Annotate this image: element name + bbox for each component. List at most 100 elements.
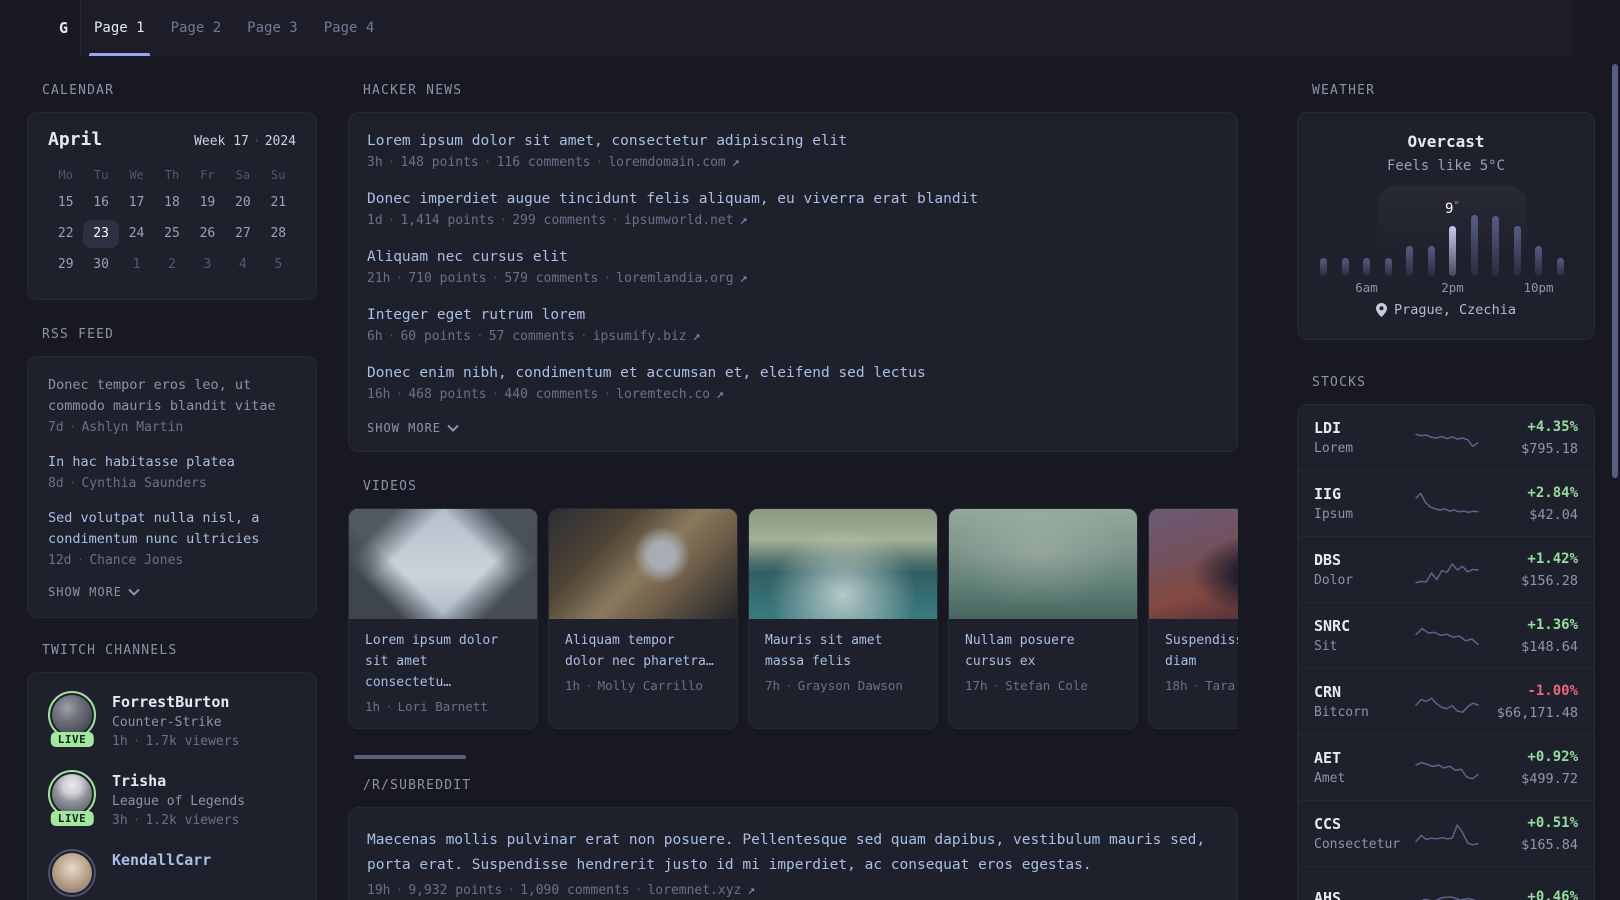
- calendar-day[interactable]: 3: [190, 251, 225, 279]
- calendar-day[interactable]: 4: [225, 251, 260, 279]
- video-meta: 17h · Stefan Cole: [949, 674, 1137, 707]
- calendar-day[interactable]: 26: [190, 220, 225, 248]
- twitch-channel-row[interactable]: LIVE Trisha League of Legends 3h · 1.2k viewe…: [48, 770, 296, 829]
- source-domain-link[interactable]: loremdomain.com: [608, 155, 725, 170]
- calendar-day[interactable]: 20: [225, 189, 260, 217]
- degree-symbol: °: [1453, 199, 1461, 212]
- calendar-day[interactable]: 25: [154, 220, 189, 248]
- tab-label: Page 4: [323, 20, 375, 36]
- twitch-channel-game: League of Legends: [112, 794, 246, 809]
- video-thumbnail: [749, 509, 937, 619]
- stock-row[interactable]: LDI Lorem +4.35% $795.18: [1298, 405, 1594, 471]
- weather-bar: [1470, 215, 1478, 276]
- stock-name: Bitcorn: [1314, 704, 1369, 720]
- source-domain-link[interactable]: ipsumworld.net: [624, 213, 734, 228]
- subreddit-post-title[interactable]: Maecenas mollis pulvinar erat non posuer…: [367, 828, 1219, 878]
- meta-dot-separator: ·: [76, 553, 85, 568]
- tab-page-4[interactable]: Page 4: [311, 0, 388, 56]
- rss-item-title[interactable]: Donec tempor eros leo, ut commodo mauris…: [48, 375, 296, 417]
- external-link-icon: ↗: [747, 883, 756, 898]
- meta-dot-separator: ·: [491, 387, 500, 402]
- stock-row[interactable]: IIG Ipsum +2.84% $42.04: [1298, 471, 1594, 537]
- app-logo[interactable]: G: [47, 0, 81, 56]
- stock-ticker: AHS: [1314, 889, 1342, 900]
- stock-row[interactable]: DBS Dolor +1.42% $156.28: [1298, 537, 1594, 603]
- item-meta: 3h · 148 points · 116 comments · loremdomain.c…: [367, 154, 1219, 171]
- stock-values: +1.36% $148.64: [1480, 617, 1578, 655]
- calendar-day[interactable]: 18: [154, 189, 189, 217]
- meta-dot-separator: ·: [475, 329, 484, 344]
- videos-scrollbar-thumb[interactable]: [354, 755, 466, 759]
- stock-values: +0.46%: [1480, 889, 1578, 900]
- weather-bar: [1320, 258, 1327, 276]
- twitch-channel-row[interactable]: KendallCarr: [48, 849, 296, 900]
- calendar-day[interactable]: 5: [261, 251, 296, 279]
- calendar-day[interactable]: 28: [261, 220, 296, 248]
- video-card[interactable]: Suspendisse diam 18h · Tara: [1148, 508, 1238, 729]
- avatar-image: [52, 695, 92, 735]
- source-domain-link[interactable]: loremnet.xyz: [647, 883, 741, 898]
- hackernews-item-title[interactable]: Integer eget rutrum lorem: [367, 305, 1219, 326]
- hackernews-show-more-button[interactable]: SHOW MORE: [367, 421, 1219, 435]
- calendar-day[interactable]: 21: [261, 189, 296, 217]
- hackernews-item-title[interactable]: Aliquam nec cursus elit: [367, 247, 1219, 268]
- source-domain-link[interactable]: loremlandia.org: [616, 271, 733, 286]
- video-card[interactable]: Lorem ipsum dolor sit amet consectetu… 1h…: [348, 508, 538, 729]
- tab-page-3[interactable]: Page 3: [234, 0, 311, 56]
- rss-widget: Donec tempor eros leo, ut commodo mauris…: [27, 356, 317, 618]
- twitch-channel-name[interactable]: ForrestBurton: [112, 693, 239, 712]
- calendar-day[interactable]: 15: [48, 189, 83, 217]
- calendar-day[interactable]: 27: [225, 220, 260, 248]
- meta-part: 1.2k viewers: [145, 813, 240, 828]
- twitch-widget: LIVE ForrestBurton Counter-Strike 1h · 1.7k v…: [27, 672, 317, 900]
- source-domain-link[interactable]: ipsumify.biz: [593, 329, 687, 344]
- meta-part: 6h: [367, 329, 383, 344]
- rss-item: Sed volutpat nulla nisl, a condimentum n…: [48, 508, 296, 569]
- stock-row[interactable]: AHS +0.46%: [1298, 867, 1594, 900]
- video-card[interactable]: Nullam posuere cursus ex 17h · Stefan Cole: [948, 508, 1138, 729]
- calendar-day[interactable]: 29: [48, 251, 83, 279]
- calendar-day[interactable]: 19: [190, 189, 225, 217]
- weather-bar: [1384, 258, 1392, 276]
- hackernews-item-title[interactable]: Donec enim nibh, condimentum et accumsan…: [367, 363, 1219, 384]
- stocks-section-header: STOCKS: [1312, 375, 1367, 390]
- stock-row[interactable]: CRN Bitcorn -1.00% $66,171.48: [1298, 669, 1594, 735]
- twitch-channel-row[interactable]: LIVE ForrestBurton Counter-Strike 1h · 1.7k v…: [48, 691, 296, 750]
- calendar-day[interactable]: 16: [83, 189, 118, 217]
- video-card[interactable]: Mauris sit amet massa felis 7h · Grayson Da…: [748, 508, 938, 729]
- rss-item-title[interactable]: In hac habitasse platea: [48, 452, 296, 473]
- calendar-day[interactable]: 30: [83, 251, 118, 279]
- stock-row[interactable]: CCS Consectetur +0.51% $165.84: [1298, 801, 1594, 867]
- stock-row[interactable]: SNRC Sit +1.36% $148.64: [1298, 603, 1594, 669]
- calendar-day[interactable]: 24: [119, 220, 154, 248]
- stock-price: $148.64: [1521, 638, 1578, 655]
- page-scrollbar-thumb[interactable]: [1612, 64, 1618, 478]
- hackernews-section-header: HACKER NEWS: [363, 83, 463, 98]
- tab-page-2[interactable]: Page 2: [158, 0, 235, 56]
- hackernews-item-title[interactable]: Donec imperdiet augue tincidunt felis al…: [367, 189, 1219, 210]
- calendar-day[interactable]: 17: [119, 189, 154, 217]
- hackernews-item: Lorem ipsum dolor sit amet, consectetur …: [367, 131, 1219, 171]
- video-thumbnail: [1149, 509, 1238, 619]
- calendar-day[interactable]: 1: [119, 251, 154, 279]
- meta-part: 12d: [48, 553, 72, 568]
- source-domain-link[interactable]: loremtech.co: [616, 387, 710, 402]
- calendar-day-selected[interactable]: 23: [83, 220, 119, 248]
- item-meta: 21h · 710 points · 579 comments · loremlandia.…: [367, 270, 1219, 287]
- meta-part: 3h: [367, 155, 383, 170]
- meta-part: Chance Jones: [89, 553, 184, 568]
- twitch-channel-name[interactable]: KendallCarr: [112, 851, 211, 870]
- video-title: Nullam posuere cursus ex: [965, 633, 1075, 669]
- twitch-channel-name[interactable]: Trisha: [112, 772, 245, 791]
- subreddit-post: Maecenas mollis pulvinar erat non posuer…: [367, 828, 1219, 899]
- item-meta: 7d · Ashlyn Martin: [48, 419, 296, 436]
- hackernews-item-title[interactable]: Lorem ipsum dolor sit amet, consectetur …: [367, 131, 1219, 152]
- calendar-day[interactable]: 2: [154, 251, 189, 279]
- stock-row[interactable]: AET Amet +0.92% $499.72: [1298, 735, 1594, 801]
- tab-page-1[interactable]: Page 1: [81, 0, 158, 56]
- rss-show-more-button[interactable]: SHOW MORE: [48, 585, 296, 599]
- rss-item-title[interactable]: Sed volutpat nulla nisl, a condimentum n…: [48, 508, 296, 550]
- videos-scrollbar-track: [348, 755, 1238, 759]
- video-card[interactable]: Aliquam tempor dolor nec pharetra… 1h · Mol…: [548, 508, 738, 729]
- calendar-day[interactable]: 22: [48, 220, 83, 248]
